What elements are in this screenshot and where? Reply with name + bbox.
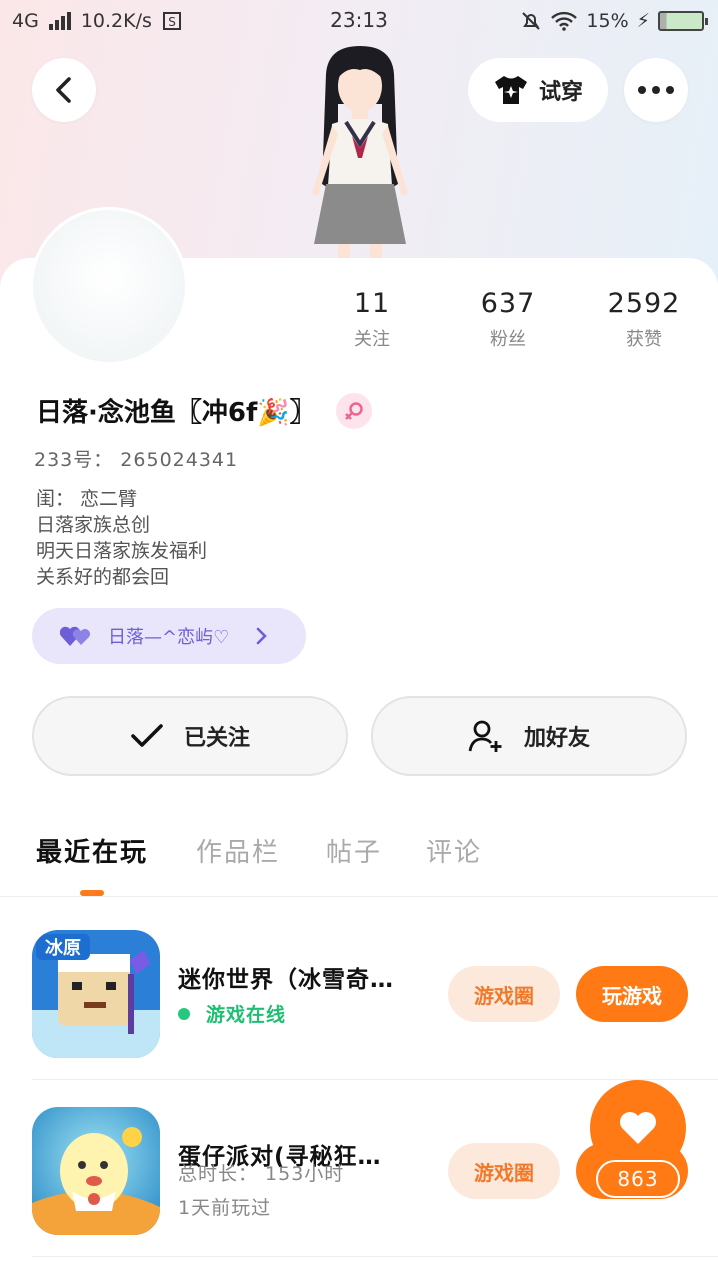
play-game-button[interactable]: 玩游戏 xyxy=(576,966,688,1022)
battery-percent: 15% xyxy=(586,10,629,32)
game-name: 迷你世界（冰雪奇… xyxy=(178,967,394,993)
chevron-left-icon xyxy=(56,77,71,103)
mute-bell-icon xyxy=(522,12,541,30)
online-dot-icon xyxy=(178,1007,190,1020)
likes-received-label: 获赞 xyxy=(626,329,662,350)
more-dots-icon xyxy=(638,86,674,94)
heart-icon xyxy=(620,1112,656,1144)
game-online-label: 游戏在线 xyxy=(206,1004,287,1026)
game-icon-mini-world[interactable]: 冰原 xyxy=(32,930,160,1058)
more-button[interactable] xyxy=(624,58,688,122)
checkmark-icon xyxy=(131,724,163,747)
add-friend-label: 加好友 xyxy=(523,726,590,751)
stat-following[interactable]: 11 关注 xyxy=(312,288,432,351)
following-label: 关注 xyxy=(354,329,390,350)
tshirt-icon xyxy=(494,76,527,104)
bio-line: 关系好的都会回 xyxy=(36,566,170,588)
family-tag[interactable]: 日落—^恋屿♡ xyxy=(32,608,306,664)
bio-line: 明天日落家族发福利 xyxy=(36,540,208,562)
fans-count: 637 xyxy=(480,288,536,319)
tab-recently-played[interactable]: 最近在玩 xyxy=(36,832,148,869)
game-icon-eggy-party[interactable] xyxy=(32,1107,160,1235)
wifi-icon xyxy=(551,11,578,31)
status-bar: 4G 10.2K/s S 23:13 15% ⚡ xyxy=(0,0,718,44)
character-avatar-3d[interactable] xyxy=(282,44,438,260)
tab-comments[interactable]: 评论 xyxy=(426,832,482,869)
game-total-duration: 总时长： 153小时 xyxy=(178,1163,345,1185)
try-on-label: 试穿 xyxy=(538,80,583,105)
stat-fans[interactable]: 637 粉丝 xyxy=(448,288,568,351)
game-circle-button[interactable]: 游戏圈 xyxy=(448,1143,560,1199)
user-id: 233号： 265024341 xyxy=(34,449,239,471)
bio-line: 日落家族总创 xyxy=(36,514,151,536)
row-divider xyxy=(32,1256,718,1257)
followed-label: 已关注 xyxy=(183,726,250,751)
family-tag-label: 日落—^恋屿♡ xyxy=(108,627,230,648)
likes-received-count: 2592 xyxy=(607,288,681,319)
fans-label: 粉丝 xyxy=(490,329,526,350)
back-button[interactable] xyxy=(32,58,96,122)
stat-likes[interactable]: 2592 获赞 xyxy=(584,288,704,351)
add-user-icon xyxy=(468,720,502,752)
female-gender-icon xyxy=(335,392,372,429)
profile-avatar[interactable] xyxy=(30,207,188,365)
tab-works[interactable]: 作品栏 xyxy=(196,832,280,869)
game-icon-badge: 冰原 xyxy=(45,937,81,959)
game-circle-button[interactable]: 游戏圈 xyxy=(448,966,560,1022)
bio-line: 闺： 恋二臂 xyxy=(36,488,138,510)
charging-icon: ⚡ xyxy=(636,10,650,32)
row-divider xyxy=(32,1079,718,1080)
content-tabs: 最近在玩 作品栏 帖子 评论 xyxy=(0,832,718,872)
add-friend-button[interactable]: 加好友 xyxy=(371,696,687,776)
try-on-button[interactable]: 试穿 xyxy=(468,58,608,122)
nickname: 日落·念池鱼〖冲6f🎉〗 xyxy=(36,398,316,428)
double-heart-icon xyxy=(60,626,90,646)
like-count: 863 xyxy=(596,1160,680,1198)
game-online-status: 游戏在线 xyxy=(178,1000,286,1027)
game-last-played: 1天前玩过 xyxy=(178,1197,272,1219)
followed-button[interactable]: 已关注 xyxy=(32,696,348,776)
game-list-item[interactable]: 冰原 迷你世界（冰雪奇… 游戏在线 游戏圈 玩游戏 xyxy=(32,930,718,1080)
bio: 闺： 恋二臂 日落家族总创 明天日落家族发福利 关系好的都会回 xyxy=(36,486,207,590)
tabs-divider xyxy=(0,896,718,897)
nickname-row: 日落·念池鱼〖冲6f🎉〗 xyxy=(36,392,372,429)
following-count: 11 xyxy=(353,288,391,319)
battery-icon xyxy=(658,11,708,31)
tab-posts[interactable]: 帖子 xyxy=(326,832,382,869)
chevron-right-icon xyxy=(256,627,268,645)
